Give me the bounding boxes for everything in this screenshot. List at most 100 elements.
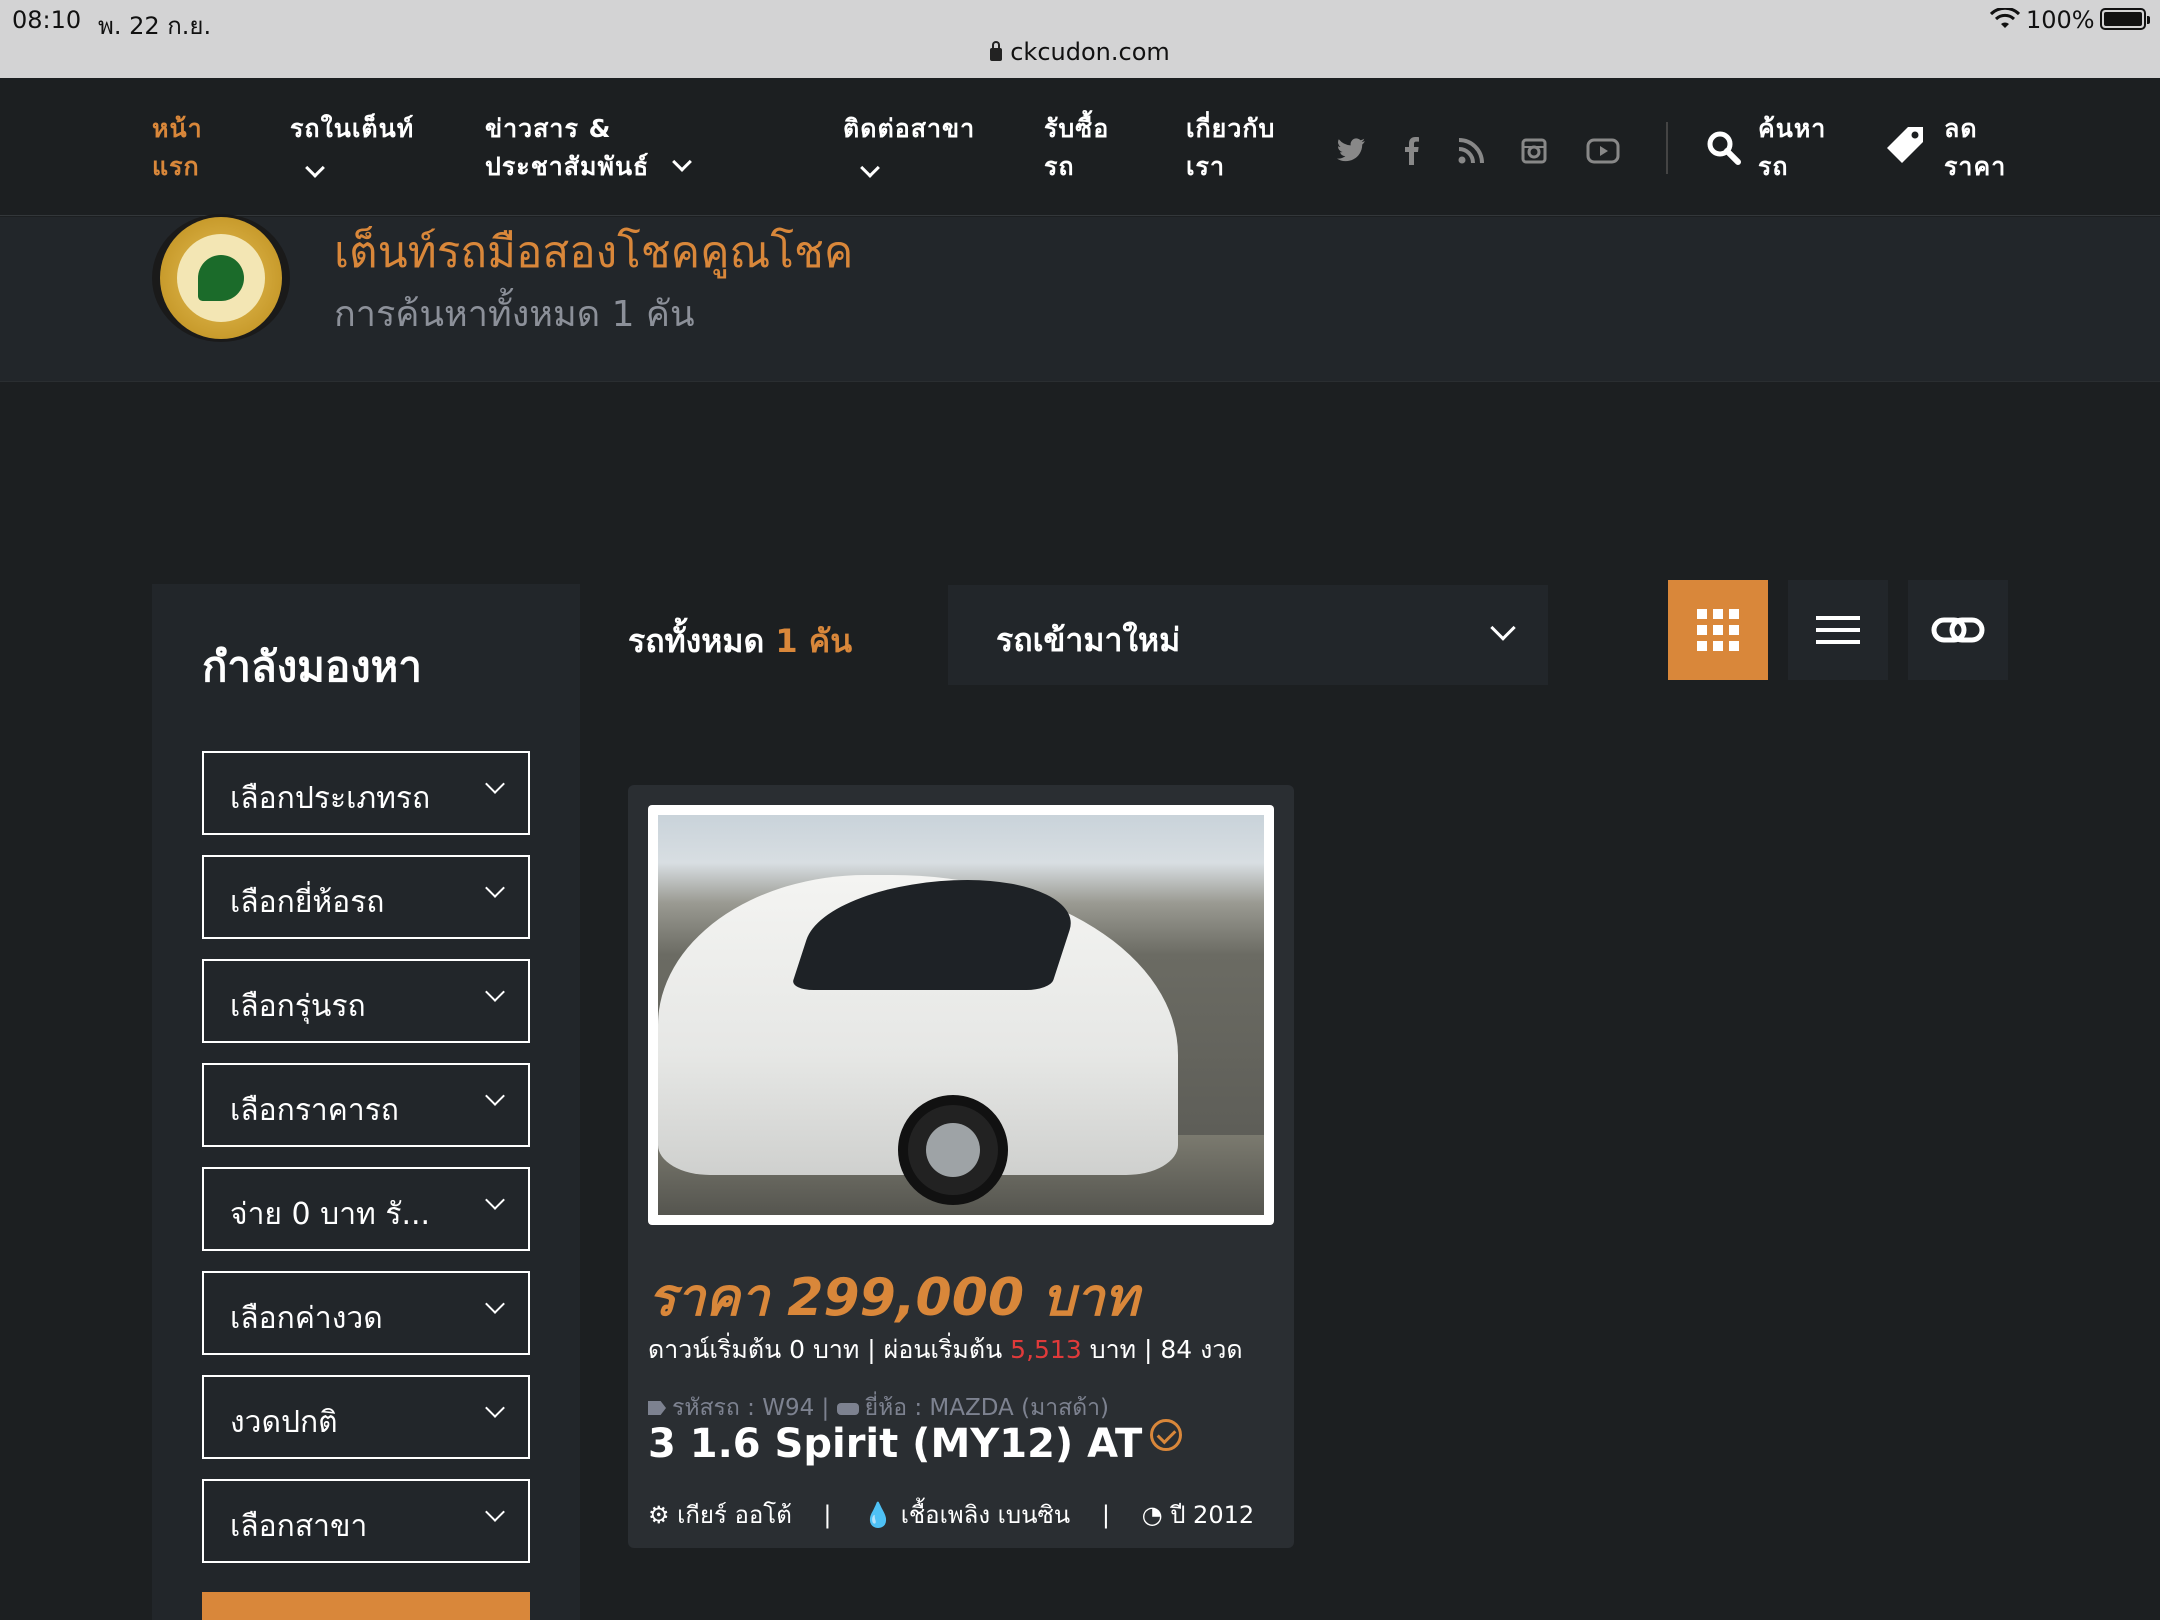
car-brand: ยี่ห้อ : MAZDA (มาสด้า) [864,1395,1110,1421]
main-nav: หน้า แรก รถในเต็นท์ ข่าวสาร & ประชาสัมพั… [0,78,2160,216]
chevron-down-icon [485,982,505,1002]
sort-selected-label: รถเข้ามาใหม่ [996,621,1181,659]
filter-zero-down[interactable]: จ่าย 0 บาท รั... [202,1167,530,1251]
filter-model[interactable]: เลือกรุ่นรถ [202,959,530,1043]
chevron-down-icon [485,774,505,794]
grid-view-button[interactable] [1668,580,1768,680]
verified-check-icon [1150,1419,1183,1451]
car-model[interactable]: 3 1.6 Spirit (MY12) AT [648,1419,1183,1467]
nav-contact-branch[interactable]: ติดต่อสาขา [843,110,975,186]
car-specs: ⚙ เกียร์ ออโต้ | 💧 เชื้อเพลิง เบนซิน | ◔… [648,1501,1255,1529]
nav-about-label-1: เกี่ยวกับ [1186,114,1276,143]
car-icon [836,1403,859,1415]
grid-icon [1697,609,1739,651]
search-icon [1707,131,1741,165]
filter-price[interactable]: เลือกราคารถ [202,1063,530,1147]
filter-label: เลือกรุ่นรถ [230,989,366,1024]
chevron-down-icon [1490,615,1516,641]
nav-news-label-1: ข่าวสาร & [485,114,612,143]
chevron-down-icon [485,1190,505,1210]
nav-discount-label-2: ราคา [1944,152,2007,181]
nav-search-label-2: รถ [1758,152,1789,181]
filter-car-type[interactable]: เลือกประเภทรถ [202,751,530,835]
nav-buy-label-1: รับซื้อ [1044,114,1110,143]
total-results: รถทั้งหมด 1 คัน [628,616,852,667]
nav-search-car[interactable]: ค้นหา รถ [1706,110,1826,186]
filter-label: เลือกสาขา [230,1509,368,1544]
chevron-down-icon [485,1086,505,1106]
battery-icon [2100,8,2150,30]
site-title: เต็นท์รถมือสองโชคคูณโชค [334,227,854,278]
filter-label: งวดปกติ [230,1405,338,1440]
search-result-summary: การค้นหาทั้งหมด 1 คัน [334,294,695,335]
finance-prefix: ดาวน์เริ่มต้น 0 บาท | ผ่อนเริ่มต้น [648,1335,1003,1364]
instagram-icon[interactable] [1517,134,1551,168]
twitter-icon[interactable] [1334,134,1368,168]
facebook-icon[interactable] [1395,134,1429,168]
filter-label: เลือกค่างวด [230,1301,383,1336]
total-count: 1 [775,622,798,660]
filter-installment-type[interactable]: งวดปกติ [202,1375,530,1459]
fuel-drop-icon: 💧 [863,1501,894,1529]
nav-home-label-2: แรก [152,152,200,181]
filter-branch[interactable]: เลือกสาขา [202,1479,530,1563]
chevron-down-icon [672,152,692,172]
nav-buy-label-2: รถ [1044,152,1075,181]
link-icon [1931,617,1985,643]
price-tag-icon [1887,127,1923,163]
sidebar-heading: กำลังมองหา [202,642,422,691]
nav-home-label-1: หน้า [152,114,203,143]
sort-select[interactable]: รถเข้ามาใหม่ [948,585,1548,685]
status-time: 08:10 [12,6,82,34]
chevron-down-icon [485,1398,505,1418]
nav-contact-label: ติดต่อสาขา [843,114,976,143]
url-text: ckcudon.com [1010,38,1170,66]
finance-suffix: บาท | 84 งวด [1089,1335,1243,1364]
address-bar[interactable]: ckcudon.com [0,38,2160,66]
nav-news[interactable]: ข่าวสาร & ประชาสัมพันธ์ [485,110,692,186]
car-model-label: 3 1.6 Spirit (MY12) AT [648,1421,1143,1467]
tag-icon [648,1401,666,1415]
wifi-icon [1990,8,2020,28]
car-photo[interactable] [648,805,1274,1225]
list-icon [1816,608,1860,652]
spec-year: ปี 2012 [1170,1501,1255,1529]
nav-search-label-1: ค้นหา [1758,114,1827,143]
nav-about-label-2: เรา [1186,152,1226,181]
total-suffix: คัน [808,622,853,660]
nav-discount[interactable]: ลด ราคา [1884,110,2006,186]
car-code: รหัสรถ : W94 [672,1395,815,1421]
nav-home[interactable]: หน้า แรก [152,110,203,186]
filter-label: เลือกราคารถ [230,1093,399,1128]
nav-cars-in-lot[interactable]: รถในเต็นท์ [290,110,414,186]
youtube-icon[interactable] [1585,134,1621,168]
nav-news-label-2: ประชาสัมพันธ์ [485,152,650,181]
monthly-payment: 5,513 [1010,1335,1082,1364]
chevron-down-icon [305,158,325,178]
filter-search-button[interactable] [202,1592,530,1620]
lock-icon [990,41,1003,61]
spec-fuel: เชื้อเพลิง เบนซิน [900,1501,1071,1529]
finance-info: ดาวน์เริ่มต้น 0 บาท | ผ่อนเริ่มต้น 5,513… [648,1330,1243,1370]
total-prefix: รถทั้งหมด [628,622,765,660]
battery-percent: 100% [2026,6,2095,34]
car-listing-card[interactable]: ราคา 299,000 บาท ดาวน์เริ่มต้น 0 บาท | ผ… [628,785,1294,1548]
chevron-down-icon [485,1294,505,1314]
filter-brand[interactable]: เลือกยี่ห้อรถ [202,855,530,939]
filter-label: จ่าย 0 บาท รั... [230,1197,431,1232]
chevron-down-icon [860,158,880,178]
ios-status-bar: 08:10 พ. 22 ก.ย. 100% ckcudon.com [0,0,2160,78]
spec-gear: เกียร์ ออโต้ [677,1501,792,1529]
page-header: เต็นท์รถมือสองโชคคูณโชค การค้นหาทั้งหมด … [0,214,2160,382]
share-link-button[interactable] [1908,580,2008,680]
chevron-down-icon [485,878,505,898]
brand-logo [152,214,290,342]
rss-icon[interactable] [1454,134,1488,168]
list-view-button[interactable] [1788,580,1888,680]
nav-buy-car[interactable]: รับซื้อ รถ [1044,110,1109,186]
nav-divider [1666,122,1668,174]
chevron-down-icon [485,1502,505,1522]
nav-about[interactable]: เกี่ยวกับ เรา [1186,110,1275,186]
filter-installment[interactable]: เลือกค่างวด [202,1271,530,1355]
nav-cars-label: รถในเต็นท์ [290,114,415,143]
